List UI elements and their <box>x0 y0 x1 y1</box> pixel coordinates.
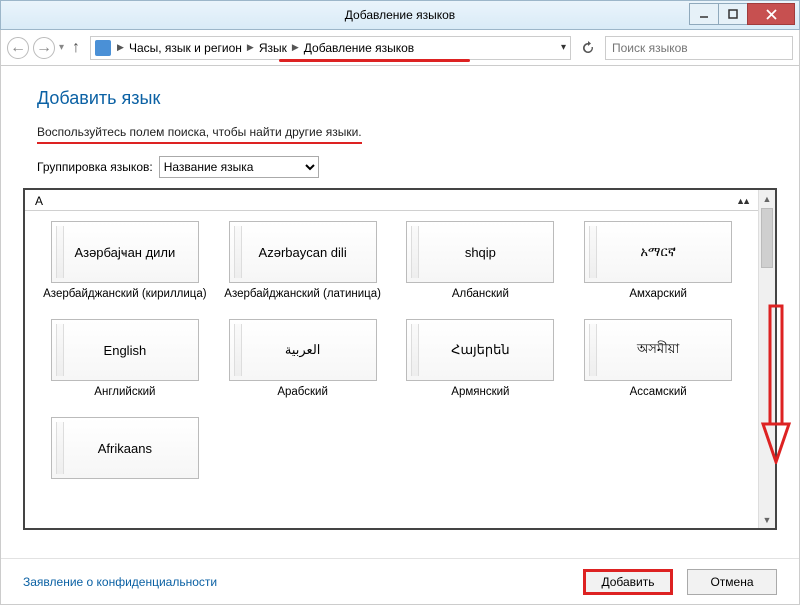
language-tile[interactable]: English Английский <box>41 319 209 413</box>
forward-button[interactable]: → <box>33 37 55 59</box>
language-label: Азербайджанский (латиница) <box>224 287 381 315</box>
control-panel-icon <box>95 40 111 56</box>
collapse-icon: ▲▲ <box>736 196 748 206</box>
scroll-down-button[interactable]: ▼ <box>759 511 775 528</box>
history-dropdown[interactable]: ▾ <box>59 42 64 53</box>
content-pane: Добавить язык Воспользуйтесь полем поиск… <box>0 66 800 605</box>
close-button[interactable] <box>747 3 795 25</box>
section-letter: A <box>35 194 43 208</box>
language-label: Английский <box>94 385 155 413</box>
language-native: Azərbaycan dili <box>229 221 377 283</box>
crumb-language[interactable]: Язык <box>256 41 290 55</box>
page-hint: Воспользуйтесь полем поиска, чтобы найти… <box>37 125 362 144</box>
window-title: Добавление языков <box>1 8 799 22</box>
maximize-button[interactable] <box>718 3 748 25</box>
refresh-button[interactable] <box>577 37 599 59</box>
chevron-right-icon: ▶ <box>245 42 256 53</box>
language-tile[interactable]: Հայերեն Армянский <box>397 319 565 413</box>
annotation-underline <box>279 59 470 62</box>
scroll-up-button[interactable]: ▲ <box>759 190 775 207</box>
language-native: shqip <box>406 221 554 283</box>
back-button[interactable]: ← <box>7 37 29 59</box>
language-native: English <box>51 319 199 381</box>
language-label: Ассамский <box>630 385 687 413</box>
dialog-footer: Заявление о конфиденциальности Добавить … <box>1 558 799 604</box>
grouping-select[interactable]: Название языка <box>159 156 319 178</box>
language-label: Арабский <box>277 385 328 413</box>
minimize-button[interactable] <box>689 3 719 25</box>
page-heading: Добавить язык <box>37 88 763 109</box>
cancel-button[interactable]: Отмена <box>687 569 777 595</box>
language-tile[interactable]: አማርኛ Амхарский <box>574 221 742 315</box>
breadcrumb[interactable]: ▶ Часы, язык и регион ▶ Язык ▶ Добавлени… <box>90 36 571 60</box>
section-header[interactable]: A ▲▲ <box>25 190 758 211</box>
language-label: Амхарский <box>629 287 687 315</box>
up-button[interactable]: ↑ <box>68 39 84 57</box>
language-label: Албанский <box>452 287 509 315</box>
language-native: Afrikaans <box>51 417 199 479</box>
language-native: Азәрбајҹан дили <box>51 221 199 283</box>
language-native: অসমীয়া <box>584 319 732 381</box>
privacy-link[interactable]: Заявление о конфиденциальности <box>23 575 217 589</box>
grouping-label: Группировка языков: <box>37 160 153 174</box>
language-native: العربية <box>229 319 377 381</box>
language-tile[interactable]: অসমীয়া Ассамский <box>574 319 742 413</box>
breadcrumb-dropdown-icon[interactable]: ▾ <box>561 42 566 53</box>
crumb-clock-lang-region[interactable]: Часы, язык и регион <box>126 41 245 55</box>
chevron-right-icon: ▶ <box>290 42 301 53</box>
search-input[interactable] <box>605 36 793 60</box>
window-buttons <box>689 3 795 25</box>
scroll-thumb[interactable] <box>761 208 773 268</box>
explorer-navbar: ← → ▾ ↑ ▶ Часы, язык и регион ▶ Язык ▶ Д… <box>0 30 800 66</box>
language-list: A ▲▲ Азәрбајҹан дили Азербайджанский (кир… <box>23 188 777 530</box>
language-tile[interactable]: Azərbaycan dili Азербайджанский (латиница… <box>219 221 387 315</box>
add-button[interactable]: Добавить <box>583 569 673 595</box>
language-tile[interactable]: العربية Арабский <box>219 319 387 413</box>
language-label: Армянский <box>451 385 509 413</box>
language-native: አማርኛ <box>584 221 732 283</box>
language-label: Азербайджанский (кириллица) <box>43 287 206 315</box>
chevron-right-icon: ▶ <box>115 42 126 53</box>
language-tile[interactable]: Afrikaans <box>41 417 209 511</box>
vertical-scrollbar[interactable]: ▲ ▼ <box>758 190 775 528</box>
language-tile[interactable]: Азәрбајҹан дили Азербайджанский (кириллиц… <box>41 221 209 315</box>
crumb-add-languages[interactable]: Добавление языков <box>301 41 417 55</box>
window-titlebar: Добавление языков <box>0 0 800 30</box>
language-native: Հայերեն <box>406 319 554 381</box>
nav-arrows: ← → ▾ ↑ <box>7 37 84 59</box>
language-tile[interactable]: shqip Албанский <box>397 221 565 315</box>
